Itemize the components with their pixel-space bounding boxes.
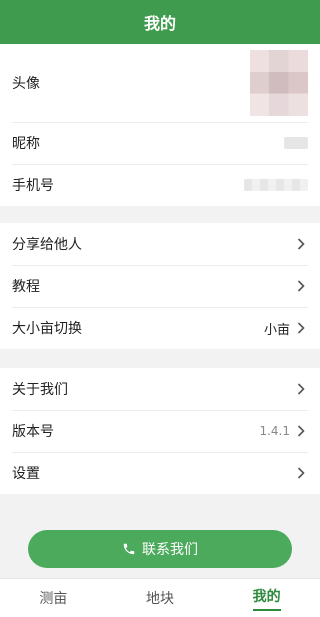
avatar-label: 头像 xyxy=(12,76,40,92)
version-row[interactable]: 版本号 1.4.1 xyxy=(0,410,320,452)
tab-measure[interactable]: 测亩 xyxy=(0,579,107,617)
contact-us-label: 联系我们 xyxy=(142,542,198,558)
chevron-right-icon xyxy=(294,321,308,335)
unit-switch-label: 大小亩切换 xyxy=(12,321,82,337)
tab-plots-label: 地块 xyxy=(146,591,174,607)
unit-switch-value: 小亩 xyxy=(263,322,290,338)
phone-label: 手机号 xyxy=(12,178,54,194)
nickname-row[interactable]: 昵称 xyxy=(0,122,320,164)
chevron-right-icon xyxy=(294,466,308,480)
tab-measure-label: 测亩 xyxy=(39,591,68,607)
tab-mine-label: 我的 xyxy=(252,588,281,605)
tutorial-label: 教程 xyxy=(12,279,40,295)
version-label: 版本号 xyxy=(12,424,54,440)
share-label: 分享给他人 xyxy=(12,237,82,253)
chevron-right-icon xyxy=(294,279,308,293)
avatar[interactable] xyxy=(250,50,308,116)
settings-label: 设置 xyxy=(12,466,40,482)
avatar-row[interactable]: 头像 xyxy=(0,44,320,122)
page-title: 我的 xyxy=(143,14,176,33)
phone-row[interactable]: 手机号 xyxy=(0,164,320,206)
about-label: 关于我们 xyxy=(12,382,68,398)
page-header: 我的 xyxy=(0,0,320,44)
tab-plots[interactable]: 地块 xyxy=(107,579,214,617)
active-tab-indicator xyxy=(252,608,281,611)
settings-row[interactable]: 设置 xyxy=(0,452,320,494)
unit-switch-row[interactable]: 大小亩切换 小亩 xyxy=(0,307,320,349)
about-row[interactable]: 关于我们 xyxy=(0,368,320,410)
tab-mine[interactable]: 我的 xyxy=(213,579,320,617)
phone-icon xyxy=(122,542,136,556)
nickname-label: 昵称 xyxy=(12,136,40,152)
chevron-right-icon xyxy=(294,424,308,438)
menu-section-2: 关于我们 版本号 1.4.1 设置 xyxy=(0,368,320,494)
nickname-value-redacted xyxy=(284,137,308,149)
chevron-right-icon xyxy=(294,237,308,251)
chevron-right-icon xyxy=(294,382,308,396)
share-row[interactable]: 分享给他人 xyxy=(0,223,320,265)
profile-section: 头像 昵称 手机号 xyxy=(0,44,320,206)
phone-value-redacted xyxy=(244,179,308,191)
bottom-tab-bar: 测亩 地块 我的 xyxy=(0,578,320,617)
menu-section-1: 分享给他人 教程 大小亩切换 小亩 xyxy=(0,223,320,349)
tutorial-row[interactable]: 教程 xyxy=(0,265,320,307)
contact-us-button[interactable]: 联系我们 xyxy=(28,530,292,568)
version-value: 1.4.1 xyxy=(259,424,290,438)
